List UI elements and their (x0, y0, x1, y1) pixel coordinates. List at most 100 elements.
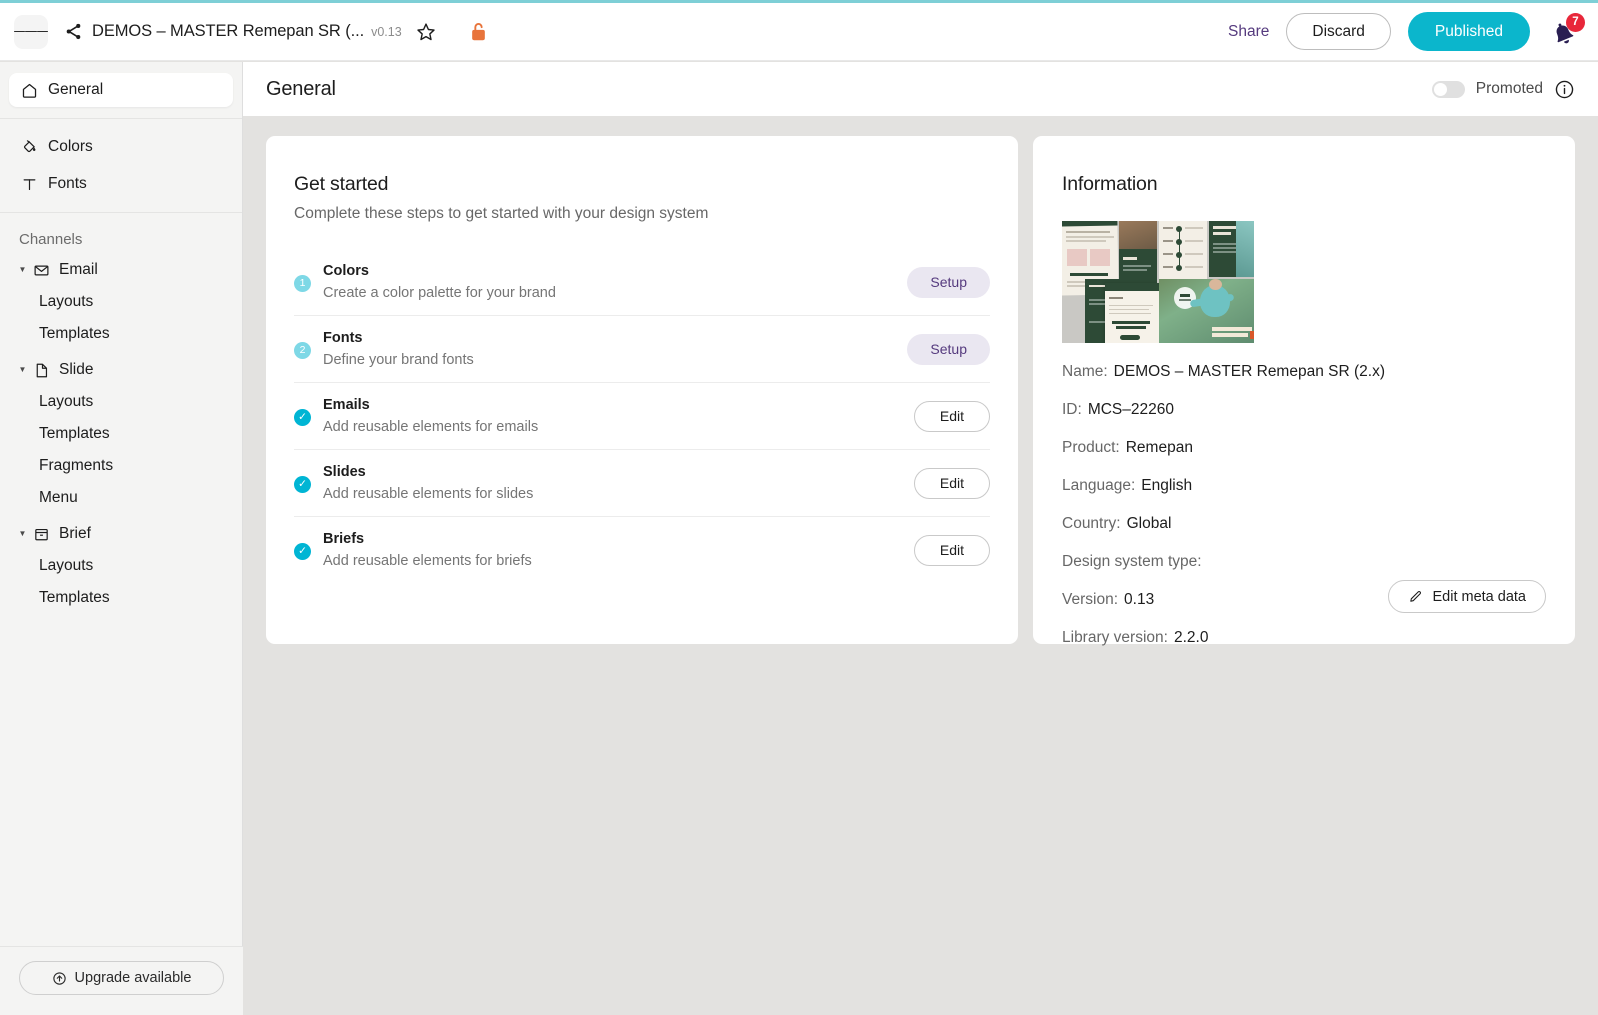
sidebar-item-colors[interactable]: Colors (9, 130, 233, 164)
step-text: Slides Add reusable elements for slides (323, 464, 914, 502)
info-row-name: Name: DEMOS – MASTER Remepan SR (2.x) (1062, 363, 1546, 381)
sidebar-item-general[interactable]: General (9, 73, 233, 107)
document-icon (31, 362, 51, 379)
promoted-label: Promoted (1476, 80, 1543, 98)
info-label: Design system type: (1062, 553, 1202, 571)
step-row-slides: ✓ Slides Add reusable elements for slide… (294, 450, 990, 517)
info-value: English (1141, 477, 1192, 495)
step-title: Emails (323, 397, 914, 413)
page-title: General (266, 78, 336, 101)
step-description: Create a color palette for your brand (323, 285, 907, 301)
sidebar-item-brief[interactable]: ▼ Brief (0, 518, 242, 550)
info-row-library-version: Library version: 2.2.0 (1062, 629, 1546, 647)
sidebar-item-label: Fonts (48, 175, 87, 193)
document-version: v0.13 (371, 25, 402, 39)
step-title: Briefs (323, 531, 914, 547)
star-outline-icon[interactable] (416, 22, 436, 42)
sidebar-item-slide-menu[interactable]: Menu (0, 482, 242, 514)
sidebar-item-label: Email (59, 261, 98, 279)
step-action-edit-briefs[interactable]: Edit (914, 535, 990, 566)
upgrade-available-button[interactable]: Upgrade available (19, 961, 224, 995)
sidebar-group-label-channels: Channels (0, 221, 242, 254)
sidebar-item-brief-templates[interactable]: Templates (0, 582, 242, 614)
chevron-down-icon[interactable]: ▼ (17, 266, 28, 274)
step-row-colors: 1 Colors Create a color palette for your… (294, 249, 990, 316)
info-label: Library version: (1062, 629, 1168, 647)
step-row-fonts: 2 Fonts Define your brand fonts Setup (294, 316, 990, 383)
sidebar-section-tools: Colors Fonts (0, 119, 242, 213)
published-button[interactable]: Published (1408, 12, 1530, 51)
step-action-edit-slides[interactable]: Edit (914, 468, 990, 499)
share-button[interactable]: Share (1228, 23, 1269, 41)
step-text: Fonts Define your brand fonts (323, 330, 907, 368)
step-complete-check-icon: ✓ (294, 409, 311, 426)
step-row-briefs: ✓ Briefs Add reusable elements for brief… (294, 517, 990, 583)
sidebar-footer: Upgrade available (0, 946, 243, 1015)
info-value: 2.2.0 (1174, 629, 1208, 647)
chevron-down-icon[interactable]: ▼ (17, 530, 28, 538)
top-bar: DEMOS – MASTER Remepan SR (... v0.13 Sha… (0, 3, 1598, 61)
get-started-title: Get started (294, 173, 990, 196)
sidebar-item-email[interactable]: ▼ Email (0, 254, 242, 286)
sidebar-item-label: General (48, 81, 103, 99)
step-number-badge: 2 (294, 342, 311, 359)
sidebar: General Colors Fonts Chann (0, 62, 243, 1015)
edit-meta-data-button[interactable]: Edit meta data (1388, 580, 1547, 613)
step-description: Add reusable elements for slides (323, 486, 914, 502)
hamburger-menu-icon[interactable] (14, 15, 48, 49)
step-action-setup-fonts[interactable]: Setup (907, 334, 990, 365)
unlocked-padlock-icon[interactable] (469, 21, 488, 42)
info-label: Language: (1062, 477, 1135, 495)
info-value: Global (1127, 515, 1172, 533)
info-value: Remepan (1126, 439, 1193, 457)
sidebar-item-fonts[interactable]: Fonts (9, 167, 233, 201)
step-description: Add reusable elements for briefs (323, 553, 914, 569)
sidebar-item-slide[interactable]: ▼ Slide (0, 354, 242, 386)
sidebar-section-channels: Channels ▼ Email Layouts Templates ▼ (0, 213, 242, 622)
step-title: Colors (323, 263, 907, 279)
design-system-preview-thumbnail (1062, 221, 1254, 343)
hamburger-line (25, 31, 36, 33)
info-label: Product: (1062, 439, 1120, 457)
get-started-steps-list: 1 Colors Create a color palette for your… (294, 249, 990, 583)
info-row-design-system-type: Design system type: (1062, 553, 1546, 571)
sidebar-item-email-templates[interactable]: Templates (0, 318, 242, 350)
discard-button[interactable]: Discard (1286, 13, 1391, 50)
step-description: Add reusable elements for emails (323, 419, 914, 435)
main-content: Get started Complete these steps to get … (243, 116, 1598, 1015)
envelope-icon (31, 262, 51, 279)
info-row-id: ID: MCS–22260 (1062, 401, 1546, 419)
sidebar-item-label: Slide (59, 361, 93, 379)
information-title: Information (1062, 173, 1546, 196)
chevron-down-icon[interactable]: ▼ (17, 366, 28, 374)
step-action-setup-colors[interactable]: Setup (907, 267, 990, 298)
info-label: Name: (1062, 363, 1108, 381)
info-circle-icon[interactable] (1554, 79, 1575, 100)
sidebar-item-label: Layouts (39, 293, 93, 311)
info-row-country: Country: Global (1062, 515, 1546, 533)
step-complete-check-icon: ✓ (294, 543, 311, 560)
sidebar-item-email-layouts[interactable]: Layouts (0, 286, 242, 318)
sidebar-item-brief-layouts[interactable]: Layouts (0, 550, 242, 582)
info-value: MCS–22260 (1088, 401, 1174, 419)
sidebar-item-slide-fragments[interactable]: Fragments (0, 450, 242, 482)
edit-meta-label: Edit meta data (1433, 589, 1527, 605)
info-row-language: Language: English (1062, 477, 1546, 495)
info-label: ID: (1062, 401, 1082, 419)
step-description: Define your brand fonts (323, 352, 907, 368)
topbar-actions: Share Discard Published 7 (1228, 12, 1580, 51)
get-started-subtitle: Complete these steps to get started with… (294, 205, 990, 223)
notification-bell-icon[interactable]: 7 (1550, 16, 1580, 48)
step-number-badge: 1 (294, 275, 311, 292)
promoted-toggle[interactable] (1432, 81, 1465, 98)
share-nodes-icon[interactable] (64, 22, 83, 41)
info-row-product: Product: Remepan (1062, 439, 1546, 457)
sidebar-item-slide-templates[interactable]: Templates (0, 418, 242, 450)
archive-box-icon (31, 526, 51, 543)
get-started-card: Get started Complete these steps to get … (266, 136, 1018, 644)
step-action-edit-emails[interactable]: Edit (914, 401, 990, 432)
page-header: General Promoted (243, 62, 1598, 116)
info-label: Version: (1062, 591, 1118, 609)
sidebar-item-slide-layouts[interactable]: Layouts (0, 386, 242, 418)
hamburger-line (37, 31, 48, 33)
